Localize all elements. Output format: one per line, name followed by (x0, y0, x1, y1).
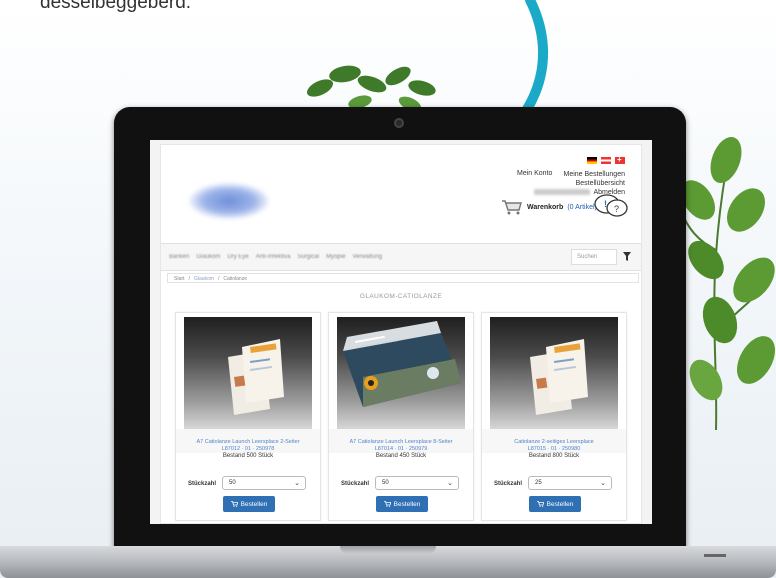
quantity-value: 50 (229, 480, 236, 486)
nav-item-4[interactable]: Anti-Infektiva (256, 254, 291, 260)
nav-item-3[interactable]: Dry Eye (227, 254, 248, 260)
quantity-select[interactable]: 25 ⌄ (528, 476, 612, 490)
help-chat-icon[interactable]: ! ? (593, 193, 629, 219)
product-stock: Bestand 800 Stück (528, 453, 580, 459)
laptop-notch (340, 546, 436, 554)
order-button[interactable]: Bestellen (529, 496, 581, 512)
search-input[interactable]: Suchen (571, 249, 617, 265)
nav-items: Banken Glaukom Dry Eye Anti-Infektiva Su… (169, 254, 382, 260)
product-name[interactable]: A7 Catiolanze Launch Leersplace 8-Seiter… (333, 439, 469, 453)
product-stock: Bestand 450 Stück (375, 453, 427, 459)
filter-icon[interactable] (623, 252, 631, 261)
quantity-value: 50 (382, 480, 389, 486)
quantity-label: Stückzahl (341, 481, 370, 487)
page-title: GLAUKOM-CATIOLANZE (359, 293, 443, 300)
product-name[interactable]: Catiolanze 2-seitiges Leersplace L87015 … (486, 439, 622, 453)
nav-item-6[interactable]: Myopie (326, 254, 345, 260)
breadcrumb-home[interactable]: Start (174, 276, 185, 282)
product-image[interactable] (337, 317, 465, 429)
cart-icon (536, 501, 544, 507)
nav-item-1[interactable]: Banken (169, 254, 189, 260)
product-image[interactable] (490, 317, 618, 429)
product-stock: Bestand 500 Stück (222, 453, 274, 459)
cart-icon (383, 501, 391, 507)
chevron-down-icon: ⌄ (447, 480, 453, 487)
breadcrumb-separator: / (188, 276, 190, 282)
product-title[interactable]: Catiolanze 2-seitiges Leersplace (486, 439, 622, 446)
language-flags (587, 155, 625, 164)
flag-switzerland-icon[interactable] (615, 155, 625, 164)
my-orders-link[interactable]: Meine Bestellungen (534, 170, 626, 179)
shopping-cart-icon (502, 200, 522, 215)
nav-item-7[interactable]: Verwaltung (352, 254, 382, 260)
cart-icon (230, 501, 238, 507)
order-button[interactable]: Bestellen (376, 496, 428, 512)
product-card: A7 Catiolanze Launch Leersplace 2-Seiter… (175, 312, 321, 521)
svg-text:!: ! (604, 199, 607, 209)
chevron-down-icon: ⌄ (600, 480, 606, 487)
product-card: A7 Catiolanze Launch Leersplace 8-Seiter… (328, 312, 474, 521)
quantity-label: Stückzahl (188, 481, 217, 487)
order-button-label: Bestellen (393, 500, 421, 508)
laptop-port (704, 554, 726, 557)
product-image[interactable] (184, 317, 312, 429)
breadcrumb-level1[interactable]: Glaukom (194, 276, 214, 282)
quantity-value: 25 (535, 480, 542, 486)
order-button-label: Bestellen (240, 500, 268, 508)
laptop-screen: Mein Konto Meine Bestellungen Bestellübe… (150, 140, 652, 524)
nav-item-2[interactable]: Glaukom (196, 254, 220, 260)
svg-text:?: ? (614, 204, 619, 214)
flag-austria-icon[interactable] (601, 157, 611, 164)
quantity-label: Stückzahl (494, 481, 523, 487)
user-email (534, 189, 591, 196)
product-name[interactable]: A7 Catiolanze Launch Leersplace 2-Seiter… (180, 439, 316, 453)
nav-item-5[interactable]: Surgical (297, 254, 319, 260)
breadcrumb: Start / Glaukom / Catiolanze (167, 273, 639, 283)
order-button-label: Bestellen (546, 500, 574, 508)
webcam-icon (394, 118, 404, 128)
product-title[interactable]: A7 Catiolanze Launch Leersplace 8-Seiter (333, 439, 469, 446)
chevron-down-icon: ⌄ (294, 480, 300, 487)
product-title[interactable]: A7 Catiolanze Launch Leersplace 2-Seiter (180, 439, 316, 446)
product-sku: L87015 · 01 · 250980 (527, 446, 581, 452)
breadcrumb-level2: Catiolanze (223, 276, 247, 282)
cart-label: Warenkorb (527, 203, 564, 211)
flag-germany-icon[interactable] (587, 157, 597, 164)
orders-overview-link[interactable]: Bestellübersicht (534, 179, 625, 188)
shop-page: Mein Konto Meine Bestellungen Bestellübe… (160, 144, 642, 524)
quantity-select[interactable]: 50 ⌄ (375, 476, 459, 490)
main-nav: Banken Glaukom Dry Eye Anti-Infektiva Su… (161, 243, 641, 271)
product-card: Catiolanze 2-seitiges Leersplace L87015 … (481, 312, 627, 521)
order-button[interactable]: Bestellen (223, 496, 275, 512)
company-logo[interactable] (189, 183, 269, 219)
breadcrumb-separator: / (217, 276, 220, 282)
cart-widget[interactable]: Warenkorb (0 Artikel) (501, 199, 597, 215)
product-sku: L87014 · 01 · 250979 (374, 446, 428, 452)
product-sku: L87012 · 01 · 250978 (221, 446, 275, 452)
quantity-select[interactable]: 50 ⌄ (222, 476, 306, 490)
